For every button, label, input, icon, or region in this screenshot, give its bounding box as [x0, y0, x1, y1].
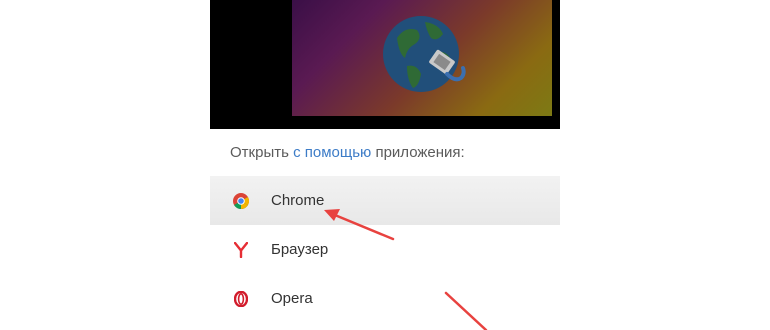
app-list: Chrome Браузер Opera — [210, 176, 560, 323]
title-suffix: приложения: — [371, 144, 465, 161]
app-chooser-dialog: Открыть с помощью приложения: Chrome Бра… — [210, 0, 560, 330]
app-label-opera: Opera — [271, 290, 313, 307]
opera-icon — [230, 288, 252, 310]
media-preview — [210, 0, 560, 129]
app-item-chrome[interactable]: Chrome — [210, 176, 560, 225]
chrome-icon — [230, 190, 252, 212]
app-label-chrome: Chrome — [271, 192, 325, 209]
app-label-yandex-browser: Браузер — [271, 241, 329, 258]
app-item-opera[interactable]: Opera — [210, 274, 560, 323]
app-item-yandex-browser[interactable]: Браузер — [210, 225, 560, 274]
chooser-title: Открыть с помощью приложения: — [230, 144, 465, 161]
title-prefix: Открыть — [230, 144, 294, 161]
yandex-browser-icon — [230, 239, 252, 261]
preview-image — [292, 0, 552, 116]
globe-icon — [383, 16, 466, 92]
title-highlight: с помощью — [293, 144, 372, 161]
